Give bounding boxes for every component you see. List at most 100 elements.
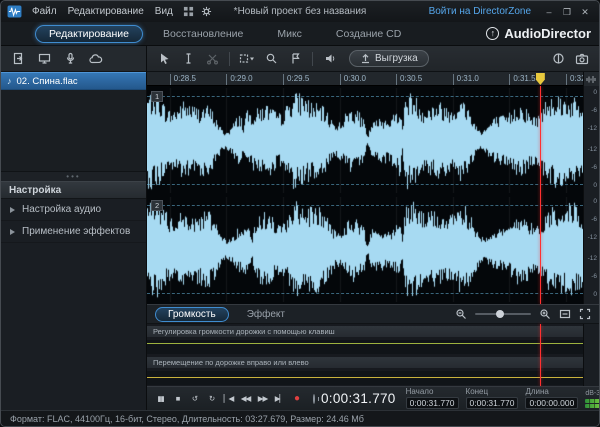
export-button[interactable]: Выгрузка	[349, 50, 429, 67]
zoom-slider[interactable]	[475, 310, 531, 318]
transport-loop-back-button[interactable]: ↺	[188, 391, 201, 406]
layout-grid-icon[interactable]	[183, 6, 194, 17]
app-logo-icon	[7, 5, 22, 18]
playhead-line[interactable]	[539, 324, 541, 386]
expand-panel-icon[interactable]	[579, 308, 591, 320]
sidebar: ♪ 02. Спина.flac ••• Настройка Настройка…	[1, 46, 147, 410]
chevron-right-icon	[10, 228, 15, 235]
settings-item-label: Настройка аудио	[22, 204, 102, 215]
automation-tabbar: Громкость Эффект	[147, 304, 599, 324]
speaker-icon[interactable]	[321, 50, 339, 67]
project-title: *Новый проект без названия	[233, 6, 367, 17]
transport-prev-button[interactable]: ▏◀	[222, 391, 235, 406]
tab-effect[interactable]: Эффект	[234, 307, 298, 322]
end-field: Конец 0:00:31.770	[465, 388, 519, 409]
zoom-fit-icon[interactable]	[559, 308, 571, 320]
menu-file[interactable]: Файл	[31, 6, 58, 17]
tab-mix[interactable]: Микс	[263, 25, 316, 43]
volume-envelope-line[interactable]	[147, 343, 583, 345]
tab-create-cd[interactable]: Создание CD	[322, 25, 415, 43]
time-icon	[313, 393, 319, 404]
directorzone-link[interactable]: Войти на DirectorZone	[429, 6, 531, 17]
panel-splitter-handle[interactable]: •••	[1, 172, 146, 181]
volume-lane-area[interactable]	[147, 340, 583, 354]
time-selection-icon[interactable]	[179, 50, 197, 67]
waveform-channel-1[interactable]	[147, 88, 583, 193]
pan-envelope-line[interactable]	[147, 377, 583, 379]
zoom-in-icon[interactable]	[539, 308, 551, 320]
extract-audio-icon[interactable]	[34, 50, 54, 67]
automation-lanes: Регулировка громкости дорожки с помощью …	[147, 324, 599, 386]
marker-icon[interactable]	[286, 50, 304, 67]
brand: ↑ AudioDirector	[486, 26, 591, 41]
channel-1-badge: 1	[151, 91, 164, 102]
channel-2[interactable]: 2	[147, 197, 583, 302]
module-tabbar: Редактирование Восстановление Микс Созда…	[1, 22, 599, 46]
music-note-icon: ♪	[7, 76, 12, 86]
tab-volume[interactable]: Громкость	[155, 306, 229, 322]
transport-next-button[interactable]: ▶▏	[273, 391, 286, 406]
maximize-button[interactable]: ❐	[559, 5, 575, 19]
record-audio-icon[interactable]	[60, 50, 80, 67]
transport-bar: ▮▮ ■ ↺ ↻ ▏◀ ◀◀ ▶▶ ▶▏ ● 0:00:31.770 Начал…	[147, 386, 599, 410]
main-area: ♪ 02. Спина.flac ••• Настройка Настройка…	[1, 46, 599, 410]
menu-view[interactable]: Вид	[154, 6, 174, 17]
pan-lane-area[interactable]	[147, 371, 583, 385]
zoom-out-icon[interactable]	[455, 308, 467, 320]
ruler-tick: 0:32.0	[565, 74, 583, 85]
level-guide-line	[147, 292, 583, 294]
transport-pause-button[interactable]: ▮▮	[154, 391, 167, 406]
start-value[interactable]: 0:00:31.770	[405, 397, 459, 409]
ruler-tick: 0:29.0	[226, 74, 253, 85]
timeline-ruler[interactable]: 0:28.5 0:29.0 0:29.5 0:30.0 0:30.5 0:31.0 0:31…	[147, 72, 583, 86]
settings-item-effects[interactable]: Применение эффектов	[1, 221, 146, 243]
end-value[interactable]: 0:00:31.770	[465, 397, 519, 409]
waveform-canvas-area[interactable]: 1 2	[147, 86, 583, 304]
playhead-line[interactable]	[539, 86, 541, 304]
meter-bar-left	[585, 398, 599, 403]
tab-restore[interactable]: Восстановление	[149, 25, 257, 43]
minimize-button[interactable]: –	[541, 5, 557, 19]
zoom-controls	[455, 308, 591, 320]
magnify-tool-icon[interactable]	[262, 50, 280, 67]
settings-panel-header: Настройка	[1, 181, 146, 199]
tab-edit[interactable]: Редактирование	[35, 24, 143, 43]
waveform-channel-2[interactable]	[147, 197, 583, 302]
meter-min-label: -36	[593, 389, 600, 397]
length-value[interactable]: 0:00:00.000	[525, 397, 579, 409]
toolbar-divider	[229, 51, 230, 66]
waveform-view-icon[interactable]	[583, 72, 599, 86]
transport-rewind-button[interactable]: ◀◀	[239, 391, 252, 406]
close-button[interactable]: ✕	[577, 5, 593, 19]
scissors-icon[interactable]	[203, 50, 221, 67]
transport-forward-button[interactable]: ▶▶	[256, 391, 269, 406]
transport-record-button[interactable]: ●	[290, 391, 303, 406]
meter-bar-right	[585, 403, 599, 408]
selection-options-icon[interactable]	[238, 50, 256, 67]
zoom-slider-knob[interactable]	[496, 310, 505, 318]
status-bar: Формат: FLAC, 44100Гц, 16-бит, Стерео, Д…	[1, 410, 599, 426]
media-file-list[interactable]: ♪ 02. Спина.flac	[1, 72, 146, 172]
ruler-tick: 0:30.0	[339, 74, 366, 85]
lane-scale-column	[583, 324, 599, 386]
transport-stop-button[interactable]: ■	[171, 391, 184, 406]
playhead-marker[interactable]	[535, 73, 545, 85]
ab-compare-icon[interactable]	[549, 50, 567, 67]
level-meter: dB -36 0	[585, 389, 600, 408]
file-item-selected[interactable]: ♪ 02. Спина.flac	[1, 72, 146, 90]
chevron-right-icon	[10, 206, 15, 213]
transport-loop-button[interactable]: ↻	[205, 391, 218, 406]
brand-name: AudioDirector	[504, 26, 591, 41]
snapshot-icon[interactable]	[573, 50, 591, 67]
settings-item-audio[interactable]: Настройка аудио	[1, 199, 146, 221]
export-label: Выгрузка	[375, 53, 418, 64]
upload-icon	[362, 53, 369, 64]
settings-gear-icon[interactable]	[201, 6, 212, 17]
ruler-tick: 0:30.5	[395, 74, 422, 85]
menu-edit[interactable]: Редактирование	[67, 6, 145, 17]
directorzone-cloud-icon[interactable]	[86, 50, 106, 67]
db-scale-column: 0 -6 -12 -12 -6 0 0 -6 -12 -12 -6 0	[583, 86, 599, 304]
import-media-icon[interactable]	[8, 50, 28, 67]
channel-1[interactable]: 1	[147, 88, 583, 193]
pointer-tool-icon[interactable]	[155, 50, 173, 67]
